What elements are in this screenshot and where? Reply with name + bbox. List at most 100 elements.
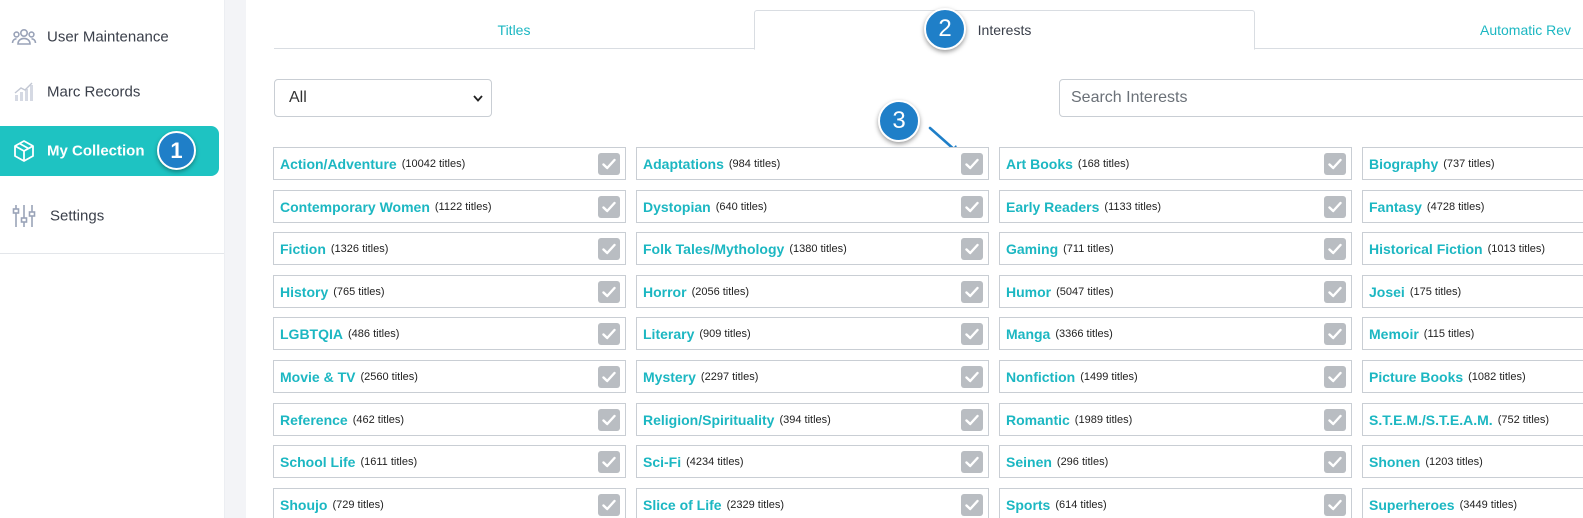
checkbox-check-icon[interactable]	[961, 153, 983, 175]
interest-item[interactable]: Picture Books (1082 titles)	[1362, 360, 1583, 393]
checkbox-check-icon[interactable]	[598, 451, 620, 473]
interest-name-link[interactable]: Mystery	[643, 369, 696, 385]
interest-item[interactable]: Horror (2056 titles)	[636, 275, 989, 308]
checkbox-check-icon[interactable]	[598, 323, 620, 345]
interest-item[interactable]: Historical Fiction (1013 titles)	[1362, 232, 1583, 265]
interest-name-link[interactable]: Nonfiction	[1006, 369, 1075, 385]
interest-item[interactable]: Literary (909 titles)	[636, 317, 989, 350]
interest-name-link[interactable]: Humor	[1006, 284, 1051, 300]
interest-item[interactable]: Gaming (711 titles)	[999, 232, 1352, 265]
checkbox-check-icon[interactable]	[598, 409, 620, 431]
interest-name-link[interactable]: Sci-Fi	[643, 454, 681, 470]
interest-item[interactable]: Manga (3366 titles)	[999, 317, 1352, 350]
interest-name-link[interactable]: Adaptations	[643, 156, 724, 172]
interest-item[interactable]: Sports (614 titles)	[999, 488, 1352, 518]
interest-name-link[interactable]: S.T.E.M./S.T.E.A.M.	[1369, 412, 1493, 428]
interest-item[interactable]: Romantic (1989 titles)	[999, 403, 1352, 436]
interest-item[interactable]: Mystery (2297 titles)	[636, 360, 989, 393]
interest-name-link[interactable]: Seinen	[1006, 454, 1052, 470]
interest-name-link[interactable]: Manga	[1006, 326, 1050, 342]
checkbox-check-icon[interactable]	[1324, 238, 1346, 260]
interest-name-link[interactable]: Memoir	[1369, 326, 1419, 342]
interest-name-link[interactable]: Art Books	[1006, 156, 1073, 172]
tab-automatic-review[interactable]: Automatic Rev	[1255, 10, 1583, 49]
interest-name-link[interactable]: Shonen	[1369, 454, 1420, 470]
checkbox-check-icon[interactable]	[598, 196, 620, 218]
interest-item[interactable]: Shoujo (729 titles)	[273, 488, 626, 518]
interest-item[interactable]: Shonen (1203 titles)	[1362, 445, 1583, 478]
interest-name-link[interactable]: Josei	[1369, 284, 1405, 300]
interest-name-link[interactable]: Religion/Spirituality	[643, 412, 774, 428]
sidebar-item-user-maintenance[interactable]: User Maintenance	[0, 12, 224, 62]
sidebar-item-settings[interactable]: Settings	[0, 191, 224, 241]
sidebar-item-my-collection[interactable]: My Collection 1	[0, 126, 219, 176]
interest-name-link[interactable]: Slice of Life	[643, 497, 722, 513]
checkbox-check-icon[interactable]	[961, 409, 983, 431]
checkbox-check-icon[interactable]	[961, 323, 983, 345]
checkbox-check-icon[interactable]	[1324, 323, 1346, 345]
interest-name-link[interactable]: Folk Tales/Mythology	[643, 241, 784, 257]
checkbox-check-icon[interactable]	[1324, 281, 1346, 303]
interest-item[interactable]: Seinen (296 titles)	[999, 445, 1352, 478]
interest-item[interactable]: Early Readers (1133 titles)	[999, 190, 1352, 223]
checkbox-check-icon[interactable]	[961, 281, 983, 303]
interest-name-link[interactable]: Superheroes	[1369, 497, 1455, 513]
interest-name-link[interactable]: Sports	[1006, 497, 1050, 513]
checkbox-check-icon[interactable]	[961, 494, 983, 516]
checkbox-check-icon[interactable]	[1324, 196, 1346, 218]
interest-name-link[interactable]: Reference	[280, 412, 348, 428]
interest-item[interactable]: Adaptations (984 titles)	[636, 147, 989, 180]
interest-name-link[interactable]: Historical Fiction	[1369, 241, 1483, 257]
checkbox-check-icon[interactable]	[961, 451, 983, 473]
interest-item[interactable]: Folk Tales/Mythology (1380 titles)	[636, 232, 989, 265]
checkbox-check-icon[interactable]	[961, 366, 983, 388]
checkbox-check-icon[interactable]	[1324, 366, 1346, 388]
interest-name-link[interactable]: Fiction	[280, 241, 326, 257]
checkbox-check-icon[interactable]	[961, 196, 983, 218]
interest-name-link[interactable]: Fantasy	[1369, 199, 1422, 215]
interest-item[interactable]: Action/Adventure (10042 titles)	[273, 147, 626, 180]
interest-name-link[interactable]: School Life	[280, 454, 355, 470]
interest-item[interactable]: Art Books (168 titles)	[999, 147, 1352, 180]
interest-name-link[interactable]: History	[280, 284, 328, 300]
interest-name-link[interactable]: Movie & TV	[280, 369, 355, 385]
interest-name-link[interactable]: Early Readers	[1006, 199, 1099, 215]
sidebar-item-marc-records[interactable]: Marc Records	[0, 67, 224, 117]
interest-item[interactable]: Humor (5047 titles)	[999, 275, 1352, 308]
checkbox-check-icon[interactable]	[598, 366, 620, 388]
interest-name-link[interactable]: Dystopian	[643, 199, 711, 215]
interest-item[interactable]: Contemporary Women (1122 titles)	[273, 190, 626, 223]
interest-name-link[interactable]: Horror	[643, 284, 687, 300]
tab-titles[interactable]: Titles	[274, 10, 754, 49]
interest-name-link[interactable]: Literary	[643, 326, 694, 342]
checkbox-check-icon[interactable]	[598, 281, 620, 303]
interest-item[interactable]: Josei (175 titles)	[1362, 275, 1583, 308]
interest-name-link[interactable]: Shoujo	[280, 497, 327, 513]
tab-interests[interactable]: Interests	[754, 10, 1255, 50]
interest-name-link[interactable]: Contemporary Women	[280, 199, 430, 215]
interest-item[interactable]: Memoir (115 titles)	[1362, 317, 1583, 350]
interest-item[interactable]: Biography (737 titles)	[1362, 147, 1583, 180]
interest-item[interactable]: S.T.E.M./S.T.E.A.M. (752 titles)	[1362, 403, 1583, 436]
interest-item[interactable]: Fantasy (4728 titles)	[1362, 190, 1583, 223]
checkbox-check-icon[interactable]	[961, 238, 983, 260]
interest-name-link[interactable]: Gaming	[1006, 241, 1058, 257]
interest-item[interactable]: Nonfiction (1499 titles)	[999, 360, 1352, 393]
interest-item[interactable]: Reference (462 titles)	[273, 403, 626, 436]
interest-name-link[interactable]: Biography	[1369, 156, 1438, 172]
interest-item[interactable]: Fiction (1326 titles)	[273, 232, 626, 265]
interest-item[interactable]: Religion/Spirituality (394 titles)	[636, 403, 989, 436]
checkbox-check-icon[interactable]	[1324, 409, 1346, 431]
interest-name-link[interactable]: Picture Books	[1369, 369, 1463, 385]
checkbox-check-icon[interactable]	[598, 494, 620, 516]
search-interests-input[interactable]	[1059, 79, 1583, 117]
interest-item[interactable]: LGBTQIA (486 titles)	[273, 317, 626, 350]
interest-name-link[interactable]: Romantic	[1006, 412, 1070, 428]
interest-item[interactable]: Dystopian (640 titles)	[636, 190, 989, 223]
interest-item[interactable]: Movie & TV (2560 titles)	[273, 360, 626, 393]
interest-name-link[interactable]: Action/Adventure	[280, 156, 397, 172]
checkbox-check-icon[interactable]	[1324, 153, 1346, 175]
checkbox-check-icon[interactable]	[598, 153, 620, 175]
interest-name-link[interactable]: LGBTQIA	[280, 326, 343, 342]
interest-item[interactable]: Sci-Fi (4234 titles)	[636, 445, 989, 478]
